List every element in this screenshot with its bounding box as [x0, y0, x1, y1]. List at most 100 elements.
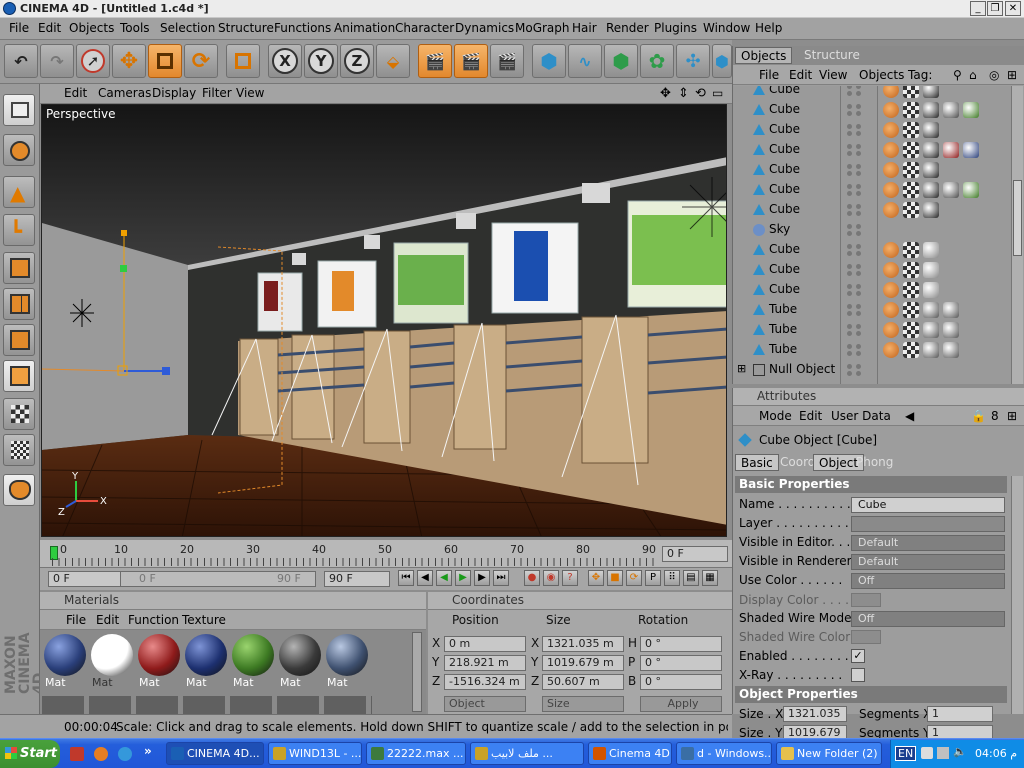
material-swatch[interactable]: Mat	[324, 632, 370, 690]
visibility-dots[interactable]	[847, 204, 861, 216]
phong-tag-icon[interactable]	[883, 102, 899, 118]
texture-tag-icon[interactable]	[903, 86, 919, 98]
texture-tag-icon[interactable]	[903, 262, 919, 278]
materials-menu-texture[interactable]: Texture	[182, 613, 226, 627]
render-picture-viewer-button[interactable]: 🎬	[454, 44, 488, 78]
menu-window[interactable]: Window	[703, 21, 750, 35]
material-tag-icon[interactable]	[943, 182, 959, 198]
texture-tag-icon[interactable]	[903, 342, 919, 358]
quicklaunch-ie-icon[interactable]	[118, 747, 132, 761]
texture-mode-button[interactable]	[3, 398, 35, 430]
goto-start-button[interactable]: ⏮	[398, 570, 414, 586]
apply-button[interactable]: Apply	[640, 696, 722, 712]
scheme-button[interactable]: ▤	[683, 570, 699, 586]
visibility-dots[interactable]	[847, 144, 861, 156]
material-tag-icon[interactable]	[923, 182, 939, 198]
attributes-menu-mode[interactable]: Mode	[759, 409, 792, 423]
add-nurbs-button[interactable]: ⬢	[604, 44, 638, 78]
material-tag-icon[interactable]	[943, 342, 959, 358]
visibility-dots[interactable]	[847, 324, 861, 336]
taskbar-task[interactable]: WIND13L - ...	[268, 742, 362, 765]
phong-tag-icon[interactable]	[883, 302, 899, 318]
z-axis-lock-button[interactable]: Z	[340, 44, 374, 78]
quicklaunch-media-icon[interactable]	[94, 747, 108, 761]
object-row-sky[interactable]: Sky	[733, 220, 1007, 240]
uv-mode-button[interactable]	[3, 360, 35, 392]
menu-dynamics[interactable]: Dynamics	[455, 21, 514, 35]
texture-tag-icon[interactable]	[903, 282, 919, 298]
taskbar-task[interactable]: CINEMA 4D...	[166, 742, 264, 765]
object-row-cube[interactable]: Cube	[733, 280, 1007, 300]
network-icon[interactable]	[937, 747, 949, 759]
timeline-ruler[interactable]: 0 10 20 30 40 50 60 70 80 90 0 F	[40, 540, 732, 568]
object-row-cube[interactable]: Cube	[733, 160, 1007, 180]
tab-objects[interactable]: Objects	[735, 47, 793, 64]
material-swatch[interactable]: Mat	[42, 632, 88, 690]
play-reverse-button[interactable]: ◀	[436, 570, 452, 586]
material-tag-icon[interactable]	[943, 302, 959, 318]
polygons-mode-button[interactable]	[3, 324, 35, 356]
object-row-cube[interactable]: Cube	[733, 200, 1007, 220]
autokey-button[interactable]: ◉	[543, 570, 559, 586]
visibility-dots[interactable]	[847, 264, 861, 276]
object-row-tube[interactable]: Tube	[733, 340, 1007, 360]
taskbar-task[interactable]: ملف لابيب ...	[470, 742, 584, 765]
size-x-field[interactable]: 1321.035 m	[542, 636, 624, 652]
goto-end-button[interactable]: ⏭	[493, 570, 509, 586]
viewport-maximize-icon[interactable]: ▭	[712, 86, 723, 100]
x-axis-lock-button[interactable]: X	[268, 44, 302, 78]
visibility-dots[interactable]	[847, 184, 861, 196]
material-tag-icon[interactable]	[963, 182, 979, 198]
texture-tag-icon[interactable]	[903, 242, 919, 258]
materials-scrollbar[interactable]	[412, 632, 422, 712]
rotation-b-field[interactable]: 0 °	[640, 674, 722, 690]
visibility-dots[interactable]	[847, 284, 861, 296]
visibility-dots[interactable]	[847, 224, 861, 236]
phong-tag-icon[interactable]	[883, 142, 899, 158]
object-row-null[interactable]: ⊞ Null Object	[733, 360, 1007, 380]
visibility-dots[interactable]	[847, 244, 861, 256]
visibility-dots[interactable]	[847, 124, 861, 136]
redo-button[interactable]: ↷	[40, 44, 74, 78]
position-y-field[interactable]: 218.921 m	[444, 655, 526, 671]
material-swatch[interactable]: Mat	[230, 632, 276, 690]
sculpt-mode-button[interactable]	[3, 474, 35, 506]
objects-menu-file[interactable]: File	[759, 68, 779, 82]
material-swatch[interactable]: Mat	[183, 632, 229, 690]
attributes-scrollbar[interactable]	[1011, 476, 1023, 714]
current-frame-field[interactable]: 0 F	[662, 546, 728, 562]
material-swatch[interactable]: Mat	[136, 632, 182, 690]
visible-editor-dropdown[interactable]: Default	[851, 535, 1005, 551]
coordinate-mode-dropdown[interactable]: Object	[444, 696, 526, 712]
phong-tag-icon[interactable]	[883, 202, 899, 218]
object-axis-button[interactable]: ▲	[3, 176, 35, 208]
size-mode-dropdown[interactable]: Size	[542, 696, 624, 712]
add-scene-button[interactable]: ⬢	[712, 44, 732, 78]
key-position-button[interactable]: ✥	[588, 570, 604, 586]
tray-app-icon[interactable]	[921, 747, 933, 759]
menu-character[interactable]: Character	[395, 21, 454, 35]
phong-tag-icon[interactable]	[883, 322, 899, 338]
tab-structure[interactable]: Structure	[799, 47, 865, 64]
maximize-button[interactable]: ❐	[987, 1, 1003, 16]
back-arrow-icon[interactable]: ◀	[905, 409, 914, 423]
quicklaunch-acrobat-icon[interactable]	[70, 747, 84, 761]
live-selection-button[interactable]: ➚	[76, 44, 110, 78]
material-tag-icon[interactable]	[923, 162, 939, 178]
record-button[interactable]: ●	[524, 570, 540, 586]
scrollbar-thumb[interactable]	[1013, 180, 1022, 256]
object-mode-button[interactable]: ┗	[3, 214, 35, 246]
material-tag-icon[interactable]	[923, 122, 939, 138]
attributes-menu-edit[interactable]: Edit	[799, 409, 822, 423]
viewport-menu-edit[interactable]: Edit	[64, 86, 87, 100]
object-row-cube[interactable]: Cube	[733, 120, 1007, 140]
visibility-dots[interactable]	[847, 86, 861, 96]
shaded-wire-color-swatch[interactable]	[851, 630, 881, 644]
objects-menu-objects[interactable]: Objects	[859, 68, 904, 82]
display-color-swatch[interactable]	[851, 593, 881, 607]
add-deformer-button[interactable]: ✣	[676, 44, 710, 78]
close-button[interactable]: ✕	[1005, 1, 1021, 16]
visibility-dots[interactable]	[847, 364, 861, 376]
menu-render[interactable]: Render	[606, 21, 649, 35]
taskbar-task[interactable]: New Folder (2)	[776, 742, 882, 765]
